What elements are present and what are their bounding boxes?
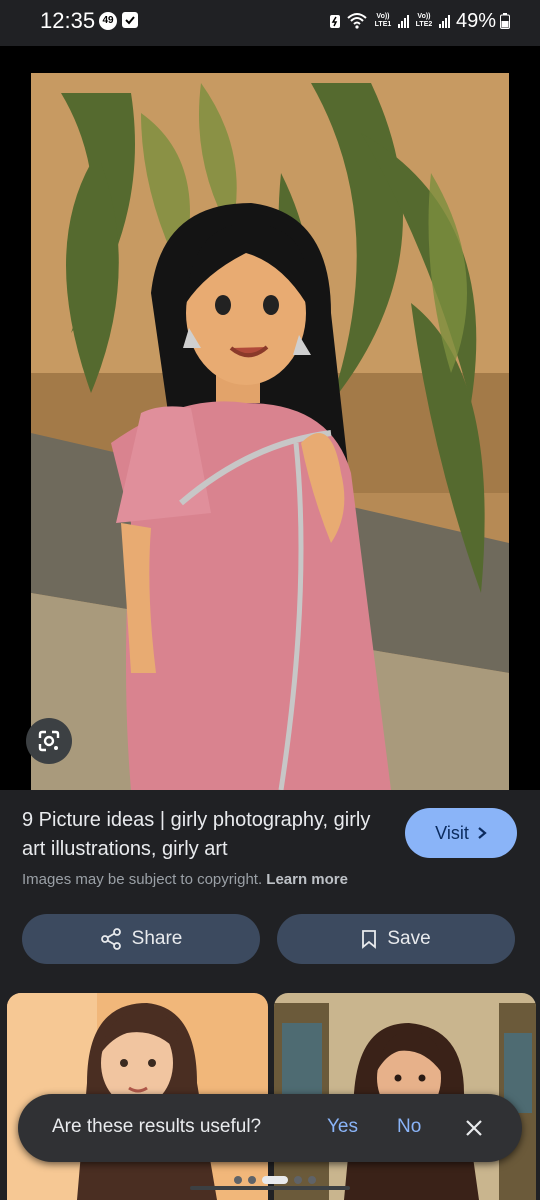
checkbox-notification-icon xyxy=(122,12,138,28)
google-lens-icon xyxy=(38,730,60,752)
battery-icon xyxy=(500,13,510,29)
feedback-question: Are these results useful? xyxy=(52,1116,262,1137)
wifi-icon xyxy=(347,13,367,29)
lte1-label: Vo)) LTE1 xyxy=(374,13,392,28)
chevron-right-icon xyxy=(478,827,487,839)
copyright-notice: Images may be subject to copyright. Lear… xyxy=(22,871,348,888)
close-feedback-button[interactable] xyxy=(462,1116,486,1140)
learn-more-link[interactable]: Learn more xyxy=(266,871,348,888)
save-label: Save xyxy=(387,928,431,949)
notification-count-icon: 49 xyxy=(99,12,117,30)
battery-percent: 49% xyxy=(455,9,496,32)
lte2-label: Vo)) LTE2 xyxy=(415,13,433,28)
signal-strength-1-icon xyxy=(397,14,409,28)
bookmark-icon xyxy=(362,930,377,949)
visit-label: Visit xyxy=(435,822,469,843)
status-time: 12:35 xyxy=(40,8,96,33)
status-right-group: Vo)) LTE1 Vo)) LTE2 49% xyxy=(328,8,510,34)
feedback-snackbar: Are these results useful? Yes No xyxy=(18,1094,522,1162)
page-indicator xyxy=(234,1176,316,1184)
share-label: Share xyxy=(131,928,183,949)
share-button[interactable]: Share xyxy=(22,914,260,964)
result-title[interactable]: 9 Picture ideas | girly photography, gir… xyxy=(22,806,392,864)
image-viewer-page: 12:35 49 Vo)) LTE1 Vo)) LTE2 49% 9 Pictu… xyxy=(0,0,540,1200)
close-icon xyxy=(466,1120,482,1136)
google-lens-button[interactable] xyxy=(26,718,72,764)
battery-saver-icon xyxy=(329,15,340,28)
feedback-yes-button[interactable]: Yes xyxy=(327,1116,358,1138)
main-image[interactable] xyxy=(31,73,509,790)
feedback-no-button[interactable]: No xyxy=(397,1116,421,1138)
status-bar: 12:35 49 Vo)) LTE1 Vo)) LTE2 49% xyxy=(0,0,540,46)
share-icon xyxy=(100,928,121,950)
visit-button[interactable]: Visit xyxy=(405,808,517,858)
save-button[interactable]: Save xyxy=(277,914,515,964)
gesture-nav-bar[interactable] xyxy=(190,1186,350,1190)
copyright-text: Images may be subject to copyright. xyxy=(22,871,263,888)
signal-strength-2-icon xyxy=(438,14,450,28)
